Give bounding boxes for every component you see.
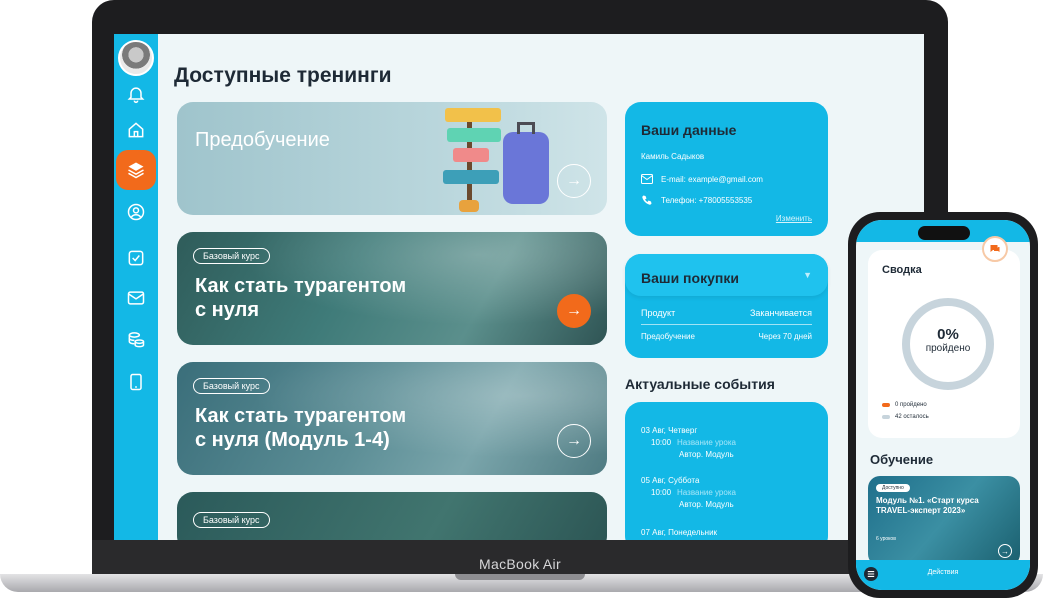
user-data-panel: Ваши данные Камиль Садыков E-mail: examp… bbox=[625, 102, 828, 236]
edit-link[interactable]: Изменить bbox=[776, 214, 812, 223]
purchases-panel: Ваши покупки ▼ Продукт Заканчивается Пре… bbox=[625, 254, 828, 358]
legend-left: 42 осталось bbox=[882, 414, 929, 420]
laptop-notch bbox=[455, 574, 585, 580]
summary-title: Сводка bbox=[882, 264, 922, 276]
course-card[interactable]: Предобучение → bbox=[177, 102, 607, 215]
event-item[interactable]: 07 Авг, Понедельник bbox=[641, 528, 717, 537]
course-title: Модуль №1. «Старт курса TRAVEL-эксперт 2… bbox=[876, 496, 979, 515]
course-badge: Доступно bbox=[876, 484, 910, 492]
panel-title: Ваши покупки bbox=[641, 270, 739, 286]
arrow-right-icon[interactable]: → bbox=[557, 164, 591, 198]
purchase-ends: Через 70 дней bbox=[758, 332, 812, 341]
phone-text: Телефон: +78005553535 bbox=[661, 195, 753, 205]
layers-icon[interactable] bbox=[124, 158, 148, 182]
arrow-right-icon[interactable]: → bbox=[557, 424, 591, 458]
home-icon[interactable] bbox=[124, 118, 148, 142]
coins-icon[interactable] bbox=[124, 328, 148, 352]
arrow-right-icon[interactable]: → bbox=[557, 294, 591, 328]
phone-row: Телефон: +78005553535 bbox=[641, 194, 752, 206]
mail-icon bbox=[641, 174, 653, 184]
col-ends: Заканчивается bbox=[749, 308, 812, 318]
events-title: Актуальные события bbox=[625, 376, 775, 392]
progress-label: пройдено bbox=[925, 343, 971, 354]
course-title: Как стать турагентом с нуля (Модуль 1-4) bbox=[195, 405, 407, 451]
course-badge: Базовый курс bbox=[193, 378, 270, 394]
laptop-brand: MacBook Air bbox=[479, 556, 561, 572]
panel-title: Ваши данные bbox=[641, 122, 737, 138]
mail-icon[interactable] bbox=[124, 286, 148, 310]
device-mockup: MacBook Air Доступные тренинги Предобуче… bbox=[0, 0, 1043, 600]
progress-percent: 0% bbox=[937, 326, 959, 343]
event-item[interactable]: 05 Авг, Суббота 10:00 Название урока Авто… bbox=[641, 476, 736, 509]
email-row: E-mail: example@gmail.com bbox=[641, 174, 763, 184]
laptop-screen: Доступные тренинги Предобучение → Базовы… bbox=[114, 34, 924, 540]
summary-card: Сводка 0% пройдено 0 пройдено 42 осталос… bbox=[868, 250, 1020, 438]
course-card[interactable]: Базовый курс bbox=[177, 492, 607, 540]
page-title: Доступные тренинги bbox=[174, 64, 392, 87]
course-card[interactable]: Базовый курс Как стать турагентом с нуля… bbox=[177, 362, 607, 475]
learning-title: Обучение bbox=[870, 452, 934, 467]
event-item[interactable]: 03 Авг, Четверг 10:00 Название урока Авто… bbox=[641, 426, 736, 459]
phone-notch bbox=[918, 226, 970, 240]
purchase-product: Предобучение bbox=[641, 332, 695, 341]
chat-icon[interactable] bbox=[982, 236, 1008, 262]
course-card-mobile[interactable]: Доступно Модуль №1. «Старт курса TRAVEL-… bbox=[868, 476, 1020, 566]
course-lessons: 6 уроков bbox=[876, 536, 896, 542]
course-badge: Базовый курс bbox=[193, 248, 270, 264]
events-panel: 03 Авг, Четверг 10:00 Название урока Авто… bbox=[625, 402, 828, 540]
chevron-down-icon[interactable]: ▼ bbox=[803, 270, 812, 280]
profile-icon[interactable] bbox=[124, 200, 148, 224]
phone-icon bbox=[642, 195, 652, 205]
course-badge: Базовый курс bbox=[193, 512, 270, 528]
bell-icon[interactable] bbox=[124, 82, 148, 106]
user-name: Камиль Садыков bbox=[641, 152, 705, 161]
sidebar bbox=[114, 34, 158, 540]
legend-done: 0 пройдено bbox=[882, 402, 927, 408]
actions-label[interactable]: Действия bbox=[856, 569, 1030, 576]
course-title: Предобучение bbox=[195, 129, 330, 151]
avatar[interactable] bbox=[118, 40, 154, 76]
col-product: Продукт bbox=[641, 308, 676, 318]
course-title: Как стать турагентом с нуля bbox=[195, 275, 407, 321]
progress-text: 0% пройдено bbox=[902, 326, 994, 354]
phone-screen: Сводка 0% пройдено 0 пройдено 42 осталос… bbox=[856, 220, 1030, 590]
bottom-bar: Действия bbox=[856, 560, 1030, 590]
phone-device-icon[interactable] bbox=[124, 370, 148, 394]
arrow-right-icon[interactable]: → bbox=[998, 544, 1012, 558]
course-card[interactable]: Базовый курс Как стать турагентом с нуля… bbox=[177, 232, 607, 345]
divider bbox=[641, 324, 812, 325]
email-text: E-mail: example@gmail.com bbox=[661, 174, 763, 184]
checkbox-icon[interactable] bbox=[124, 246, 148, 270]
